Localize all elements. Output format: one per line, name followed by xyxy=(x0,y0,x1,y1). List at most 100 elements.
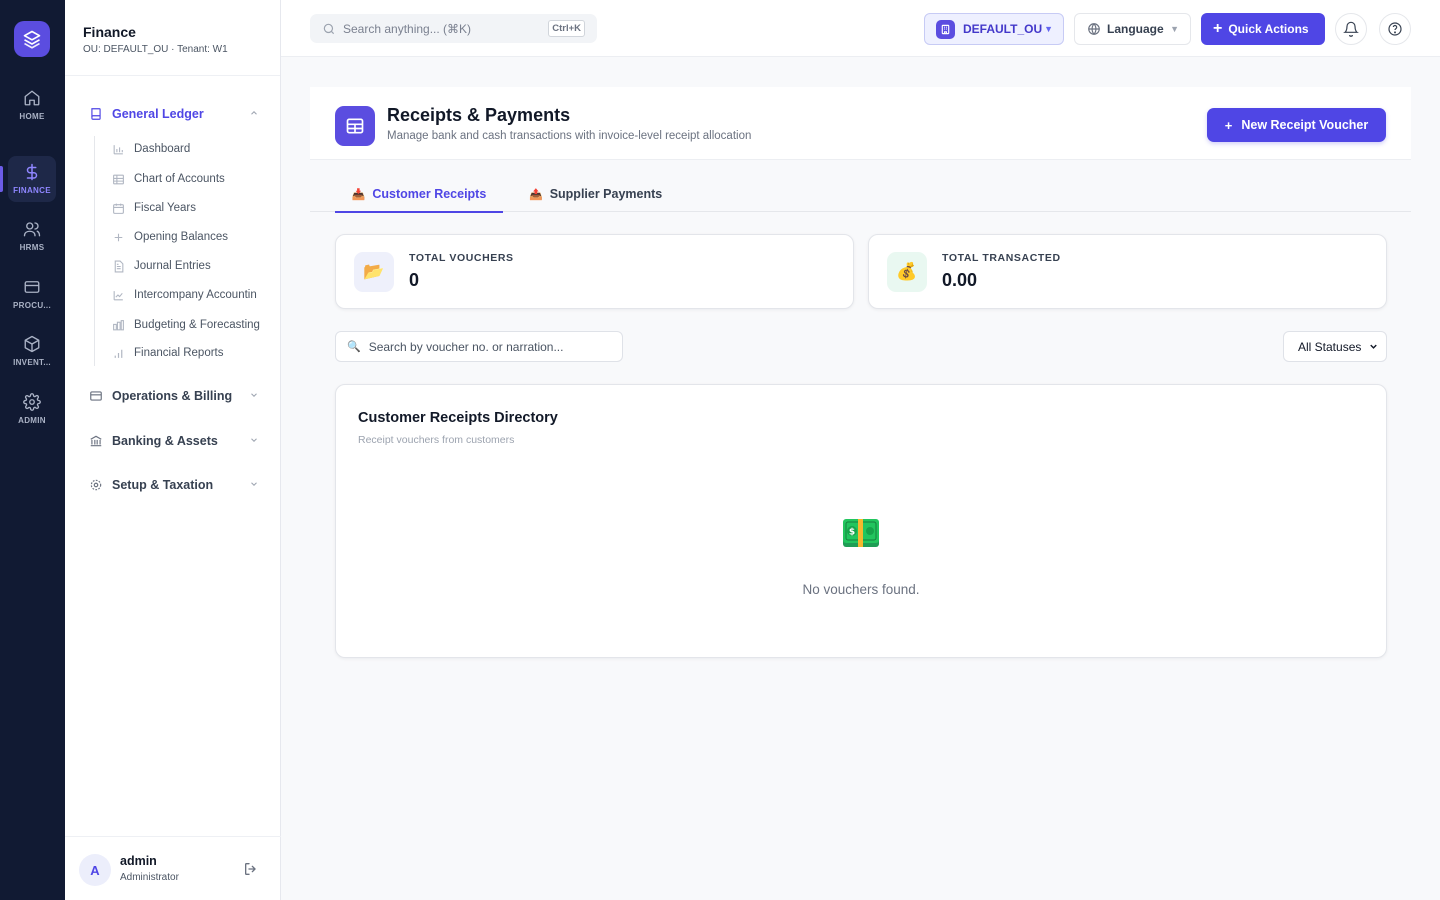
bar-chart-icon xyxy=(112,143,125,156)
nav-item-label: Fiscal Years xyxy=(134,202,197,214)
status-filter-select[interactable]: All Statuses xyxy=(1283,331,1387,362)
notifications-button[interactable] xyxy=(1335,13,1367,45)
help-icon xyxy=(1388,22,1402,36)
gear-icon xyxy=(23,393,41,411)
rail-item-inventory[interactable]: INVENT... xyxy=(8,328,56,374)
section-label: Banking & Assets xyxy=(112,434,218,448)
dollar-icon xyxy=(26,163,38,181)
page-title: Receipts & Payments xyxy=(387,105,571,125)
nav-item-label: Opening Balances xyxy=(134,231,228,243)
nav-item-budgeting[interactable]: Budgeting & Forecasting xyxy=(112,315,272,335)
logout-button[interactable] xyxy=(243,861,259,882)
new-receipt-voucher-label: New Receipt Voucher xyxy=(1241,118,1369,132)
stat-value: 0.00 xyxy=(942,270,978,290)
stat-card-total-transacted: 💰 TOTAL TRANSACTED 0.00 xyxy=(868,234,1387,309)
signal-icon xyxy=(112,347,125,360)
svg-text:$: $ xyxy=(849,528,855,538)
rail-item-label: PROCU... xyxy=(13,301,51,310)
nav-item-opening-balances[interactable]: Opening Balances xyxy=(112,227,272,247)
bell-icon xyxy=(1343,21,1359,37)
quick-actions-button[interactable]: + Quick Actions xyxy=(1201,13,1325,45)
quick-actions-label: Quick Actions xyxy=(1228,22,1309,36)
top-bar: Ctrl+K DEFAULT_OU ▼ Language ▼ + Quick A… xyxy=(281,0,1440,57)
tab-label: Customer Receipts xyxy=(372,187,487,201)
rail-item-hrms[interactable]: HRMS xyxy=(8,213,56,259)
budget-icon xyxy=(112,319,125,332)
section-label: Setup & Taxation xyxy=(112,478,214,492)
nav-item-label: Intercompany Accountin xyxy=(134,289,257,301)
grid-icon xyxy=(335,106,375,146)
rail-item-label: INVENT... xyxy=(13,358,51,367)
caret-down-icon: ▼ xyxy=(1170,24,1179,34)
avatar[interactable]: A xyxy=(79,854,111,886)
search-icon xyxy=(322,22,336,36)
voucher-search-input[interactable] xyxy=(368,339,609,354)
user-role: Administrator xyxy=(120,872,179,883)
rail-item-label: HOME xyxy=(19,112,45,121)
chevron-down-icon xyxy=(251,438,257,442)
nav-item-label: Financial Reports xyxy=(134,347,224,359)
chevron-up-icon xyxy=(251,111,257,115)
new-receipt-voucher-button[interactable]: + New Receipt Voucher xyxy=(1207,108,1386,142)
language-label: Language xyxy=(1107,22,1164,36)
bank-icon xyxy=(89,433,105,449)
table-icon xyxy=(112,173,125,186)
section-banking-assets[interactable]: Banking & Assets xyxy=(89,430,261,452)
language-selector[interactable]: Language ▼ xyxy=(1074,13,1191,45)
ou-selector[interactable]: DEFAULT_OU ▼ xyxy=(924,13,1064,45)
rail-item-label: ADMIN xyxy=(18,416,46,425)
outbox-tray-icon: 📤 xyxy=(529,188,543,201)
empty-state-message: No vouchers found. xyxy=(802,582,920,597)
app-logo[interactable] xyxy=(14,21,50,57)
voucher-search[interactable]: 🔍 xyxy=(335,331,623,362)
status-filter-value: All Statuses xyxy=(1298,339,1362,354)
nav-item-fiscal-years[interactable]: Fiscal Years xyxy=(112,198,272,218)
rail-item-procurement[interactable]: PROCU... xyxy=(8,271,56,317)
nav-item-intercompany[interactable]: Intercompany Accountin xyxy=(112,285,272,305)
plus-icon xyxy=(112,231,125,244)
page-header: Receipts & Payments Manage bank and cash… xyxy=(310,87,1411,160)
stat-value: 0 xyxy=(409,270,420,290)
money-bag-icon: 💰 xyxy=(887,252,927,292)
module-context: OU: DEFAULT_OU · Tenant: W1 xyxy=(83,44,228,55)
card-icon xyxy=(89,388,105,404)
tab-supplier-payments[interactable]: 📤 Supplier Payments xyxy=(529,176,662,212)
section-operations-billing[interactable]: Operations & Billing xyxy=(89,385,261,407)
ou-label: DEFAULT_OU xyxy=(963,22,1043,36)
rail-item-admin[interactable]: ADMIN xyxy=(8,386,56,432)
nav-item-financial-reports[interactable]: Financial Reports xyxy=(112,343,272,363)
rail-item-finance[interactable]: FINANCE xyxy=(0,156,56,202)
plus-icon: + xyxy=(1224,117,1233,133)
layers-icon xyxy=(23,30,41,49)
page-subtitle: Manage bank and cash transactions with i… xyxy=(387,130,752,142)
nav-item-chart-of-accounts[interactable]: Chart of Accounts xyxy=(112,169,272,189)
section-general-ledger[interactable]: General Ledger xyxy=(89,103,261,125)
module-sidebar: Finance OU: DEFAULT_OU · Tenant: W1 Gene… xyxy=(65,0,281,900)
stat-label: TOTAL TRANSACTED xyxy=(942,252,1061,264)
book-icon xyxy=(89,106,105,122)
money-icon: $ xyxy=(842,518,880,553)
chevron-down-icon xyxy=(251,393,257,397)
rail-item-home[interactable]: HOME xyxy=(8,82,56,128)
customer-receipts-directory: Customer Receipts Directory Receipt vouc… xyxy=(335,384,1387,658)
magnifier-icon: 🔍 xyxy=(347,341,361,353)
global-search-input[interactable] xyxy=(343,21,533,36)
logout-icon xyxy=(245,863,256,875)
tab-customer-receipts[interactable]: 📥 Customer Receipts xyxy=(335,176,503,213)
directory-subtitle: Receipt vouchers from customers xyxy=(358,434,515,446)
help-button[interactable] xyxy=(1379,13,1411,45)
folder-icon: 📂 xyxy=(354,252,394,292)
box-icon xyxy=(24,335,40,353)
nav-item-dashboard[interactable]: Dashboard xyxy=(112,139,272,159)
nav-item-label: Journal Entries xyxy=(134,260,211,272)
global-search[interactable]: Ctrl+K xyxy=(310,14,597,43)
rail-item-label: FINANCE xyxy=(13,186,51,195)
nav-item-journal-entries[interactable]: Journal Entries xyxy=(112,256,272,276)
nav-item-label: Dashboard xyxy=(134,143,191,155)
sidebar-header: Finance OU: DEFAULT_OU · Tenant: W1 xyxy=(65,0,280,76)
stat-card-total-vouchers: 📂 TOTAL VOUCHERS 0 xyxy=(335,234,854,309)
module-title: Finance xyxy=(83,24,136,40)
file-icon xyxy=(112,260,125,273)
section-setup-taxation[interactable]: Setup & Taxation xyxy=(89,474,261,496)
stat-label: TOTAL VOUCHERS xyxy=(409,252,514,264)
